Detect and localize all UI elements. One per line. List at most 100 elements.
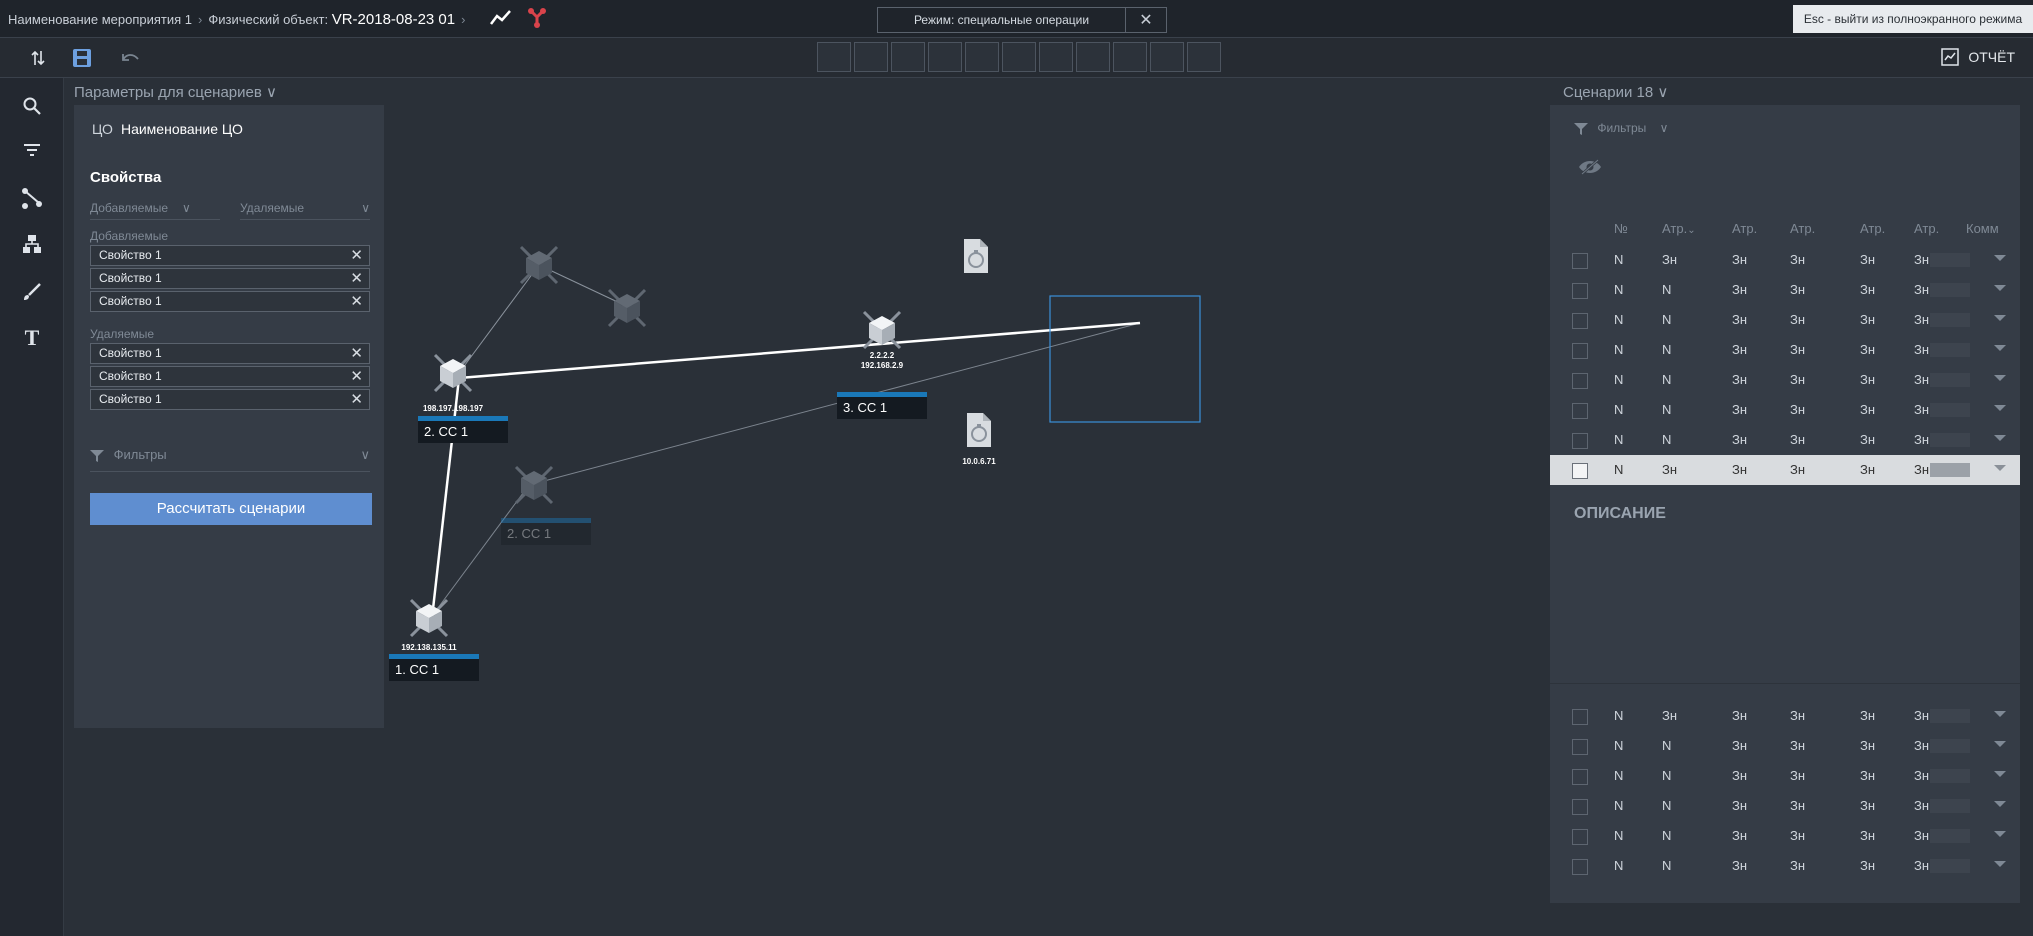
row-expand-icon[interactable] [1994, 405, 2006, 411]
row-expand-icon[interactable] [1994, 831, 2006, 837]
row-expand-icon[interactable] [1994, 861, 2006, 867]
scenario-filters-dropdown[interactable]: Фильтры ∨ [1574, 121, 1668, 135]
row-checkbox[interactable] [1572, 253, 1588, 269]
row-checkbox[interactable] [1572, 829, 1588, 845]
comment-cell[interactable] [1930, 739, 1970, 753]
row-expand-icon[interactable] [1994, 315, 2006, 321]
comment-cell[interactable] [1930, 373, 1970, 387]
comment-cell[interactable] [1930, 709, 1970, 723]
node-label[interactable]: 2. СС 1 [501, 523, 591, 545]
scenario-params-title[interactable]: Параметры для сценариев ∨ [74, 83, 277, 101]
left-filters-dropdown[interactable]: Фильтры ∨ [90, 447, 370, 472]
row-expand-icon[interactable] [1994, 711, 2006, 717]
node-label[interactable]: 3. СС 1 [837, 397, 927, 419]
row-expand-icon[interactable] [1994, 771, 2006, 777]
remove-icon[interactable]: ✕ [350, 246, 363, 265]
tool-slot[interactable] [1039, 42, 1073, 72]
remove-icon[interactable]: ✕ [350, 292, 363, 311]
comment-cell[interactable] [1930, 463, 1970, 477]
brush-icon[interactable] [20, 280, 44, 304]
report-button[interactable]: ОТЧЁТ [1940, 47, 2015, 67]
hierarchy-icon[interactable] [20, 232, 44, 256]
row-checkbox[interactable] [1572, 739, 1588, 755]
node-cube-icon[interactable] [409, 598, 449, 638]
row-checkbox[interactable] [1572, 463, 1588, 479]
node-cube-icon[interactable] [862, 310, 902, 350]
comment-cell[interactable] [1930, 799, 1970, 813]
remove-icon[interactable]: ✕ [350, 367, 363, 386]
tool-slot[interactable] [1113, 42, 1147, 72]
table-row[interactable]: N N Зн Зн Зн Зн [1550, 335, 2020, 365]
network-icon[interactable] [527, 6, 547, 33]
table-row[interactable]: N N Зн Зн Зн Зн [1550, 761, 2020, 791]
row-expand-icon[interactable] [1994, 435, 2006, 441]
node-cube-icon[interactable] [514, 465, 554, 505]
tool-slot[interactable] [1076, 42, 1110, 72]
comment-cell[interactable] [1930, 343, 1970, 357]
row-expand-icon[interactable] [1994, 345, 2006, 351]
table-row[interactable]: N N Зн Зн Зн Зн [1550, 275, 2020, 305]
comment-cell[interactable] [1930, 769, 1970, 783]
table-row[interactable]: N N Зн Зн Зн Зн [1550, 425, 2020, 455]
esc-fullscreen-hint[interactable]: Esc - выйти из полноэкранного режима [1793, 5, 2033, 33]
row-expand-icon[interactable] [1994, 465, 2006, 471]
undo-icon[interactable] [118, 47, 142, 69]
graph-canvas[interactable]: 198.197.198.197 2.2.2.2 192.168.2.9 192.… [384, 78, 1544, 936]
node-label[interactable]: 1. СС 1 [389, 659, 479, 681]
node-label[interactable]: 2. СС 1 [418, 421, 508, 443]
table-row[interactable]: N N Зн Зн Зн Зн [1550, 851, 2020, 881]
row-expand-icon[interactable] [1994, 741, 2006, 747]
table-row[interactable]: N N Зн Зн Зн Зн [1550, 731, 2020, 761]
tool-slot[interactable] [928, 42, 962, 72]
comment-cell[interactable] [1930, 283, 1970, 297]
column-header[interactable]: Атр. [1860, 221, 1885, 236]
tool-slot[interactable] [1187, 42, 1221, 72]
row-expand-icon[interactable] [1994, 285, 2006, 291]
node-cube-icon[interactable] [433, 353, 473, 393]
hide-eye-icon[interactable] [1578, 159, 1602, 180]
table-row[interactable]: N Зн Зн Зн Зн Зн [1550, 245, 2020, 275]
connect-icon[interactable] [20, 186, 44, 210]
row-checkbox[interactable] [1572, 799, 1588, 815]
table-row[interactable]: N N Зн Зн Зн Зн [1550, 395, 2020, 425]
comment-cell[interactable] [1930, 313, 1970, 327]
table-row[interactable]: N Зн Зн Зн Зн Зн [1550, 455, 2020, 485]
added-dropdown[interactable]: Добавляемые ∨ [90, 201, 191, 215]
comment-cell[interactable] [1930, 403, 1970, 417]
row-checkbox[interactable] [1572, 769, 1588, 785]
row-checkbox[interactable] [1572, 343, 1588, 359]
row-checkbox[interactable] [1572, 709, 1588, 725]
table-row[interactable]: N N Зн Зн Зн Зн [1550, 821, 2020, 851]
sort-icon[interactable] [26, 47, 50, 69]
row-checkbox[interactable] [1572, 403, 1588, 419]
row-checkbox[interactable] [1572, 859, 1588, 875]
tool-slot[interactable] [1150, 42, 1184, 72]
column-header[interactable]: Атр. [1732, 221, 1757, 236]
node-cube-icon[interactable] [607, 288, 647, 328]
row-checkbox[interactable] [1572, 433, 1588, 449]
column-header[interactable]: Атр.⌄ [1662, 221, 1696, 236]
row-expand-icon[interactable] [1994, 375, 2006, 381]
remove-icon[interactable]: ✕ [350, 390, 363, 409]
column-header[interactable]: Атр. [1790, 221, 1815, 236]
tool-slot[interactable] [817, 42, 851, 72]
mode-close-icon[interactable]: ✕ [1126, 10, 1166, 30]
row-checkbox[interactable] [1572, 283, 1588, 299]
removed-dropdown[interactable]: Удаляемые ∨ [240, 201, 370, 215]
trend-line-icon[interactable] [490, 9, 512, 32]
save-icon[interactable] [70, 47, 94, 69]
table-row[interactable]: N N Зн Зн Зн Зн [1550, 365, 2020, 395]
remove-icon[interactable]: ✕ [350, 344, 363, 363]
tool-slot[interactable] [891, 42, 925, 72]
comment-cell[interactable] [1930, 253, 1970, 267]
column-header[interactable]: № [1614, 221, 1628, 236]
comment-cell[interactable] [1930, 859, 1970, 873]
column-header[interactable]: Атр. [1914, 221, 1939, 236]
search-icon[interactable] [20, 94, 44, 118]
remove-icon[interactable]: ✕ [350, 269, 363, 288]
table-row[interactable]: N N Зн Зн Зн Зн [1550, 305, 2020, 335]
column-header[interactable]: Комм [1966, 221, 1999, 236]
scenarios-title[interactable]: Сценарии 18 ∨ [1563, 83, 1668, 101]
row-expand-icon[interactable] [1994, 255, 2006, 261]
document-icon[interactable] [963, 238, 989, 274]
